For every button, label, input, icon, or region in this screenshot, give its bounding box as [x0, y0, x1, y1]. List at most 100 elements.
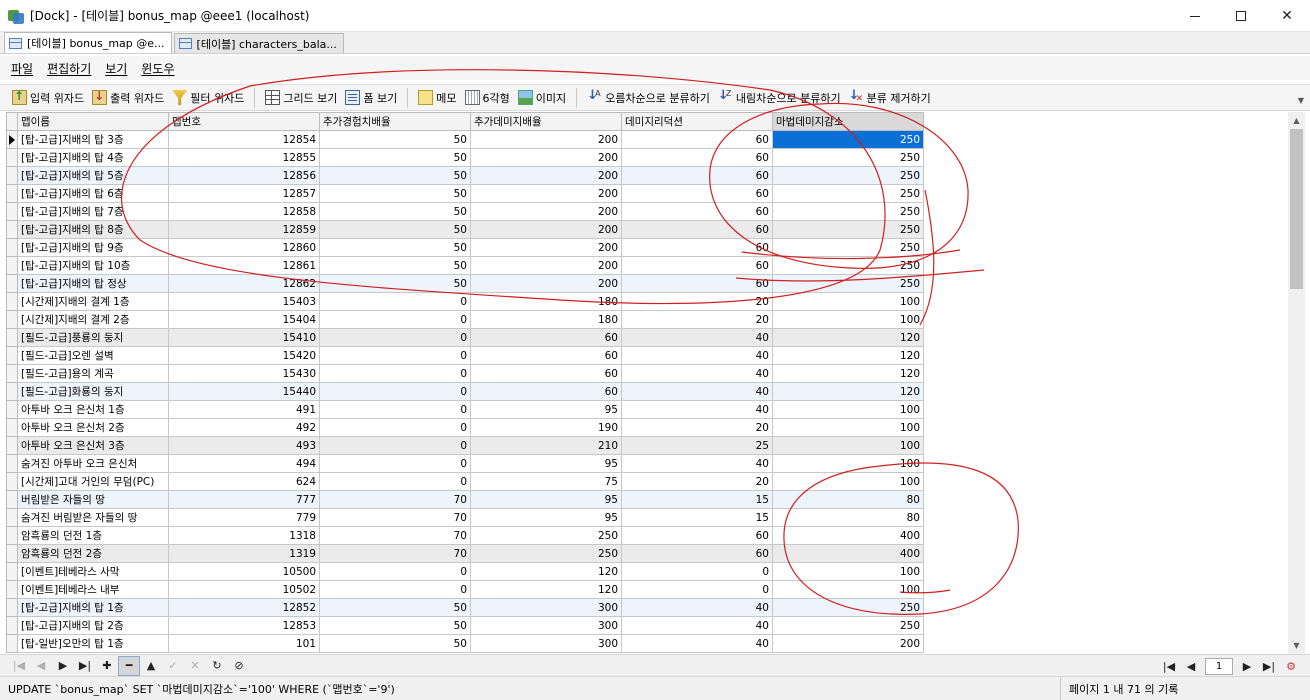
grid-cell[interactable]: 40 — [621, 382, 773, 401]
row-indicator[interactable] — [6, 130, 18, 149]
grid-cell[interactable]: 400 — [772, 526, 924, 545]
grid-cell[interactable]: 12861 — [168, 256, 320, 275]
grid-cell[interactable]: 버림받은 자들의 땅 — [17, 490, 169, 509]
row-indicator[interactable] — [6, 526, 18, 545]
grid-cell[interactable]: 200 — [470, 184, 622, 203]
grid-cell[interactable]: 80 — [772, 508, 924, 527]
menu-window[interactable]: 윈도우 — [134, 60, 181, 77]
grid-cell[interactable]: 250 — [772, 130, 924, 149]
grid-cell[interactable]: 12857 — [168, 184, 320, 203]
grid-cell[interactable]: 250 — [772, 148, 924, 167]
grid-cell[interactable]: 200 — [470, 220, 622, 239]
close-button[interactable]: ✕ — [1264, 0, 1310, 32]
grid-cell[interactable]: 400 — [772, 544, 924, 563]
table-row[interactable]: [필드-고급]오렌 설벽 15420 0 60 40 120 — [6, 346, 924, 365]
grid-cell[interactable]: 200 — [772, 634, 924, 653]
row-indicator[interactable] — [6, 436, 18, 455]
table-row[interactable]: [탑-고급]지배의 탑 7층 12858 50 200 60 250 — [6, 202, 924, 221]
memo-button[interactable]: 메모 — [414, 87, 460, 109]
grid-cell[interactable]: 0 — [621, 562, 773, 581]
row-indicator[interactable] — [6, 346, 18, 365]
grid-cell[interactable]: 60 — [621, 202, 773, 221]
grid-cell[interactable]: 15420 — [168, 346, 320, 365]
next-record-icon[interactable]: ▶ — [52, 656, 74, 676]
grid-cell[interactable]: 100 — [772, 580, 924, 599]
grid-cell[interactable]: 25 — [621, 436, 773, 455]
grid-cell[interactable]: 95 — [470, 508, 622, 527]
grid-cell[interactable]: 491 — [168, 400, 320, 419]
column-header[interactable]: 맵번호 — [168, 112, 320, 131]
grid-cell[interactable]: 15 — [621, 490, 773, 509]
grid-cell[interactable]: 15410 — [168, 328, 320, 347]
grid-cell[interactable]: [시간제]지배의 결계 2층 — [17, 310, 169, 329]
grid-cell[interactable]: 100 — [772, 472, 924, 491]
refresh-icon[interactable]: ↻ — [206, 656, 228, 676]
grid-cell[interactable]: 50 — [319, 184, 471, 203]
table-row[interactable]: [이벤트]테베라스 내부 10502 0 120 0 100 — [6, 580, 924, 599]
row-indicator[interactable] — [6, 238, 18, 257]
grid-cell[interactable]: [탑-고급]지배의 탑 1층 — [17, 598, 169, 617]
grid-cell[interactable]: 60 — [621, 220, 773, 239]
row-indicator[interactable] — [6, 220, 18, 239]
grid-cell[interactable]: 200 — [470, 130, 622, 149]
table-row[interactable]: [탑-고급]지배의 탑 정상 12862 50 200 60 250 — [6, 274, 924, 293]
grid-cell[interactable]: 60 — [621, 184, 773, 203]
row-indicator[interactable] — [6, 256, 18, 275]
table-row[interactable]: 암흑룡의 던전 2층 1319 70 250 60 400 — [6, 544, 924, 563]
grid-cell[interactable]: 50 — [319, 256, 471, 275]
grid-cell[interactable]: [필드-고급]화룡의 둥지 — [17, 382, 169, 401]
row-indicator[interactable] — [6, 184, 18, 203]
grid-cell[interactable]: 0 — [319, 454, 471, 473]
image-button[interactable]: 이미지 — [514, 87, 570, 109]
grid-cell[interactable]: 200 — [470, 202, 622, 221]
grid-cell[interactable]: [탑-고급]지배의 탑 4층 — [17, 148, 169, 167]
grid-cell[interactable]: 250 — [470, 544, 622, 563]
remove-sort-button[interactable]: 분류 제거하기 — [845, 87, 935, 109]
grid-cell[interactable]: 210 — [470, 436, 622, 455]
grid-cell[interactable]: 15404 — [168, 310, 320, 329]
grid-cell[interactable]: 250 — [772, 616, 924, 635]
grid-cell[interactable]: 40 — [621, 634, 773, 653]
row-indicator[interactable] — [6, 274, 18, 293]
grid-cell[interactable]: 12860 — [168, 238, 320, 257]
sort-descending-button[interactable]: 내림차순으로 분류하기 — [714, 87, 845, 109]
grid-cell[interactable]: 50 — [319, 616, 471, 635]
grid-cell[interactable]: 0 — [319, 580, 471, 599]
minimize-button[interactable] — [1172, 0, 1218, 32]
grid-cell[interactable]: 60 — [621, 130, 773, 149]
tab-characters-balance[interactable]: [테이블] characters_bala... — [173, 33, 344, 53]
grid-cell[interactable]: [탑-고급]지배의 탑 7층 — [17, 202, 169, 221]
table-row[interactable]: 암흑룡의 던전 1층 1318 70 250 60 400 — [6, 526, 924, 545]
scroll-up-icon[interactable]: ▲ — [1288, 112, 1305, 129]
grid-cell[interactable]: 1319 — [168, 544, 320, 563]
grid-cell[interactable]: 40 — [621, 400, 773, 419]
table-row[interactable]: [시간제]지배의 결계 2층 15404 0 180 20 100 — [6, 310, 924, 329]
table-row[interactable]: 아투바 오크 은신처 1층 491 0 95 40 100 — [6, 400, 924, 419]
row-indicator[interactable] — [6, 472, 18, 491]
grid-cell[interactable]: [시간제]고대 거인의 무덤(PC) — [17, 472, 169, 491]
grid-cell[interactable]: 494 — [168, 454, 320, 473]
vertical-scrollbar[interactable]: ▲ ▼ — [1288, 112, 1305, 654]
grid-cell[interactable]: 0 — [319, 436, 471, 455]
grid-cell[interactable]: 70 — [319, 544, 471, 563]
post-edit-icon[interactable]: ✓ — [162, 656, 184, 676]
grid-cell[interactable]: 0 — [319, 418, 471, 437]
grid-cell[interactable]: 95 — [470, 400, 622, 419]
grid-cell[interactable]: 12853 — [168, 616, 320, 635]
grid-cell[interactable]: 250 — [772, 166, 924, 185]
grid-cell[interactable]: 50 — [319, 130, 471, 149]
grid-cell[interactable]: 70 — [319, 526, 471, 545]
filter-wizard-button[interactable]: 필터 위자드 — [168, 87, 248, 109]
grid-cell[interactable]: [탑-고급]지배의 탑 5층 — [17, 166, 169, 185]
grid-cell[interactable]: 10502 — [168, 580, 320, 599]
grid-cell[interactable]: 0 — [319, 292, 471, 311]
grid-cell[interactable]: 0 — [319, 472, 471, 491]
table-row[interactable]: [시간제]지배의 결계 1층 15403 0 180 20 100 — [6, 292, 924, 311]
scroll-thumb[interactable] — [1290, 129, 1303, 289]
table-row[interactable]: [탑-고급]지배의 탑 8층 12859 50 200 60 250 — [6, 220, 924, 239]
grid-cell[interactable]: [탑-고급]지배의 탑 8층 — [17, 220, 169, 239]
first-page-icon[interactable]: |◀ — [1158, 656, 1180, 676]
grid-cell[interactable]: 12859 — [168, 220, 320, 239]
table-row[interactable]: [필드-고급]용의 계곡 15430 0 60 40 120 — [6, 364, 924, 383]
grid-cell[interactable]: 624 — [168, 472, 320, 491]
